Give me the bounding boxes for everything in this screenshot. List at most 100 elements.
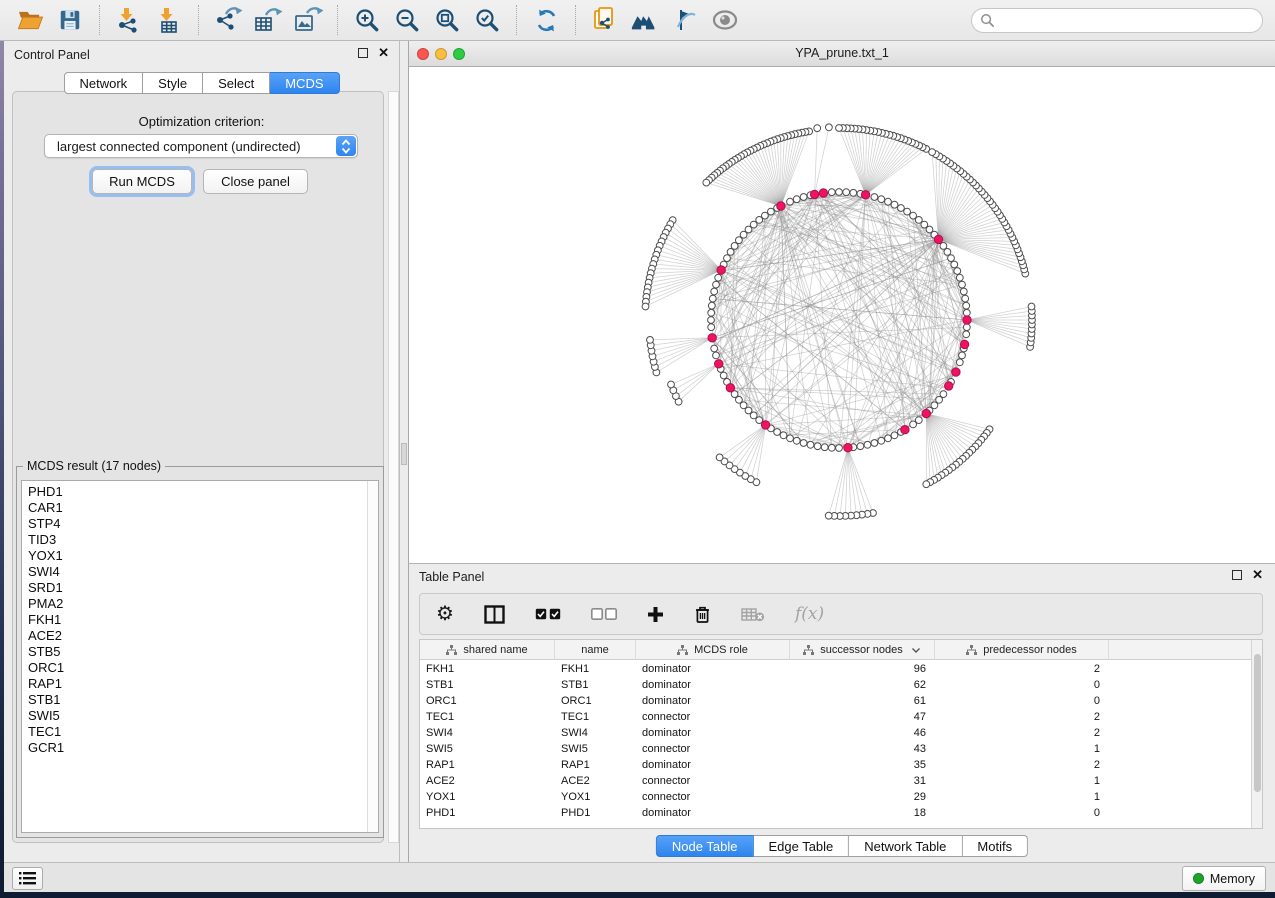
- control-panel: Control Panel ✕ NetworkStyleSelectMCDS O…: [4, 41, 400, 862]
- attribute-type-icon: [803, 645, 814, 655]
- float-panel-icon[interactable]: [358, 48, 368, 58]
- zoom-selected-icon[interactable]: [472, 5, 502, 35]
- control-tab-style[interactable]: Style: [143, 72, 203, 94]
- table-row[interactable]: PHD1PHD1dominator180: [420, 805, 1251, 821]
- export-image-icon[interactable]: [293, 5, 323, 35]
- table-cell: 62: [790, 677, 935, 693]
- table-row[interactable]: FKH1FKH1dominator962: [420, 661, 1251, 677]
- zoom-out-icon[interactable]: [392, 5, 422, 35]
- table-row[interactable]: STB1STB1dominator620: [420, 677, 1251, 693]
- control-tab-select[interactable]: Select: [203, 72, 270, 94]
- node-table-body: FKH1FKH1dominator962STB1STB1dominator620…: [420, 661, 1251, 828]
- mcds-result-item[interactable]: FKH1: [22, 612, 366, 628]
- memory-button[interactable]: Memory: [1182, 866, 1266, 891]
- function-builder-icon[interactable]: f(x): [795, 604, 824, 624]
- close-panel-icon[interactable]: ✕: [1252, 570, 1263, 580]
- table-panel-title: Table Panel: [419, 570, 484, 584]
- close-panel-icon[interactable]: ✕: [378, 48, 389, 58]
- mcds-result-item[interactable]: YOX1: [22, 548, 366, 564]
- mcds-list-scrollbar[interactable]: [367, 481, 378, 832]
- export-network-icon[interactable]: [213, 5, 243, 35]
- toolbar-separator: [99, 5, 100, 35]
- table-tab-edge-table[interactable]: Edge Table: [753, 835, 849, 857]
- save-session-icon[interactable]: [55, 5, 85, 35]
- mcds-result-item[interactable]: CAR1: [22, 500, 366, 516]
- table-settings-icon[interactable]: ⚙: [436, 604, 454, 624]
- table-row[interactable]: SWI5SWI5connector431: [420, 741, 1251, 757]
- refresh-icon[interactable]: [531, 5, 561, 35]
- mcds-result-item[interactable]: TID3: [22, 532, 366, 548]
- mcds-result-item[interactable]: GCR1: [22, 740, 366, 756]
- column-label: predecessor nodes: [983, 644, 1077, 656]
- table-cell: ORC1: [420, 693, 555, 709]
- table-cell: ACE2: [555, 773, 636, 789]
- import-network-icon[interactable]: [114, 5, 144, 35]
- control-panel-scrollbar[interactable]: [388, 91, 399, 843]
- optimization-criterion-select[interactable]: largest connected component (undirected): [44, 134, 358, 158]
- table-toolbar: ⚙ f(x): [419, 593, 1263, 635]
- mcds-result-item[interactable]: RAP1: [22, 676, 366, 692]
- column-header-successor-nodes[interactable]: successor nodes: [790, 640, 935, 660]
- delete-column-icon[interactable]: [694, 605, 711, 624]
- task-history-button[interactable]: [12, 867, 43, 890]
- select-all-columns-icon[interactable]: [535, 608, 561, 620]
- mcds-result-item[interactable]: SRD1: [22, 580, 366, 596]
- run-mcds-button[interactable]: Run MCDS: [92, 169, 192, 194]
- table-tab-node-table[interactable]: Node Table: [656, 835, 754, 857]
- table-row[interactable]: YOX1YOX1connector291: [420, 789, 1251, 805]
- close-panel-button[interactable]: Close panel: [203, 169, 308, 194]
- network-graph-canvas[interactable]: [409, 67, 1274, 562]
- mcds-result-item[interactable]: STP4: [22, 516, 366, 532]
- unselect-all-columns-icon[interactable]: [591, 608, 617, 620]
- table-cell: 0: [935, 677, 1109, 693]
- table-scrollbar-thumb[interactable]: [1254, 654, 1261, 792]
- import-table-icon[interactable]: [154, 5, 184, 35]
- create-column-icon[interactable]: [647, 606, 664, 623]
- export-table-icon[interactable]: [253, 5, 283, 35]
- mcds-result-item[interactable]: TEC1: [22, 724, 366, 740]
- search-field[interactable]: [971, 8, 1263, 33]
- table-cell: ORC1: [555, 693, 636, 709]
- float-panel-icon[interactable]: [1232, 570, 1242, 580]
- mcds-result-item[interactable]: SWI4: [22, 564, 366, 580]
- table-row[interactable]: ORC1ORC1dominator610: [420, 693, 1251, 709]
- first-neighbors-icon[interactable]: [630, 5, 660, 35]
- network-from-selection-icon[interactable]: [590, 5, 620, 35]
- table-row[interactable]: TEC1TEC1connector472: [420, 709, 1251, 725]
- table-cell: 1: [935, 741, 1109, 757]
- table-row[interactable]: SWI4SWI4dominator462: [420, 725, 1251, 741]
- table-cell: 2: [935, 757, 1109, 773]
- column-header-MCDS-role[interactable]: MCDS role: [636, 640, 790, 660]
- show-graphics-details-icon[interactable]: [710, 5, 740, 35]
- mcds-result-item[interactable]: ORC1: [22, 660, 366, 676]
- table-cell: YOX1: [420, 789, 555, 805]
- control-tab-mcds[interactable]: MCDS: [270, 72, 339, 94]
- table-scrollbar[interactable]: [1251, 640, 1262, 828]
- open-file-icon[interactable]: [15, 5, 45, 35]
- column-header-predecessor-nodes[interactable]: predecessor nodes: [935, 640, 1109, 660]
- hide-selected-icon[interactable]: [670, 5, 700, 35]
- table-row[interactable]: ACE2ACE2connector311: [420, 773, 1251, 789]
- column-header-shared-name[interactable]: shared name: [420, 640, 555, 660]
- zoom-in-icon[interactable]: [352, 5, 382, 35]
- network-window-titlebar[interactable]: YPA_prune.txt_1: [409, 41, 1275, 67]
- mcds-result-item[interactable]: PMA2: [22, 596, 366, 612]
- table-tab-motifs[interactable]: Motifs: [962, 835, 1028, 857]
- control-tab-network[interactable]: Network: [63, 72, 143, 94]
- splitter-handle[interactable]: [401, 443, 407, 465]
- column-header-name[interactable]: name: [555, 640, 636, 660]
- control-panel-header: Control Panel ✕: [4, 41, 399, 69]
- mcds-result-item[interactable]: PHD1: [22, 484, 366, 500]
- delete-table-icon[interactable]: [741, 607, 765, 622]
- mcds-result-item[interactable]: STB1: [22, 692, 366, 708]
- search-input[interactable]: [1000, 11, 1262, 31]
- table-row[interactable]: RAP1RAP1dominator352: [420, 757, 1251, 773]
- table-tab-network-table[interactable]: Network Table: [849, 835, 962, 857]
- show-columns-icon[interactable]: [484, 605, 505, 624]
- mcds-result-item[interactable]: ACE2: [22, 628, 366, 644]
- mcds-result-title: MCDS result (17 nodes): [23, 459, 165, 473]
- vertical-splitter[interactable]: [400, 41, 408, 862]
- mcds-result-item[interactable]: STB5: [22, 644, 366, 660]
- zoom-fit-icon[interactable]: [432, 5, 462, 35]
- mcds-result-item[interactable]: SWI5: [22, 708, 366, 724]
